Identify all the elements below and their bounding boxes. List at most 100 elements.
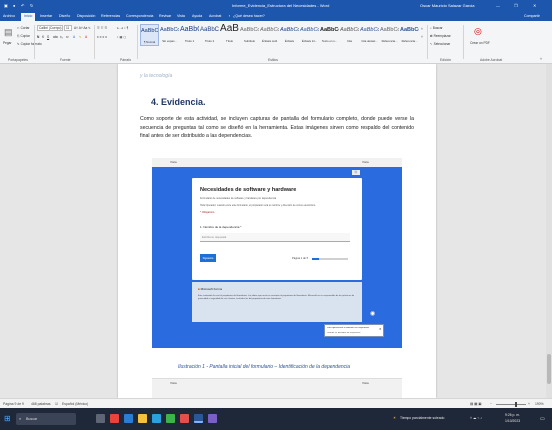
style-subtle-reference[interactable]: AaBbCcDcReferencia... <box>380 24 399 46</box>
zoom-in-icon[interactable]: + <box>528 402 530 406</box>
word-count[interactable]: 468 palabras <box>31 402 51 406</box>
font-size-controls[interactable]: A˄ A˅ Aa ✎ <box>74 26 91 30</box>
collapse-ribbon-icon[interactable]: ˄ <box>540 57 542 61</box>
font-size-select[interactable]: 11 <box>64 25 72 31</box>
text-effects-icon[interactable]: A <box>73 35 75 39</box>
zoom-out-icon[interactable]: − <box>490 402 492 406</box>
clock-date[interactable]: 1/10/2023 <box>505 419 520 423</box>
brush-icon: ✎ <box>17 42 20 46</box>
style-subtitle[interactable]: AaBbCcDSubtítulo <box>240 24 259 46</box>
font-family-select[interactable]: Calibri (Cuerpo) <box>37 25 63 31</box>
clipboard-icon[interactable]: ▤ <box>4 27 13 38</box>
share-button[interactable]: Compartir <box>524 14 540 18</box>
page-count[interactable]: Página 9 de 9 <box>3 402 24 406</box>
weather-status[interactable]: Tiempo parcialmente soleado <box>400 416 444 420</box>
style-strong[interactable]: AaBbCcDcTexto en n... <box>320 24 339 46</box>
menu-referencias[interactable]: Referencias <box>101 14 120 18</box>
menu-archivo[interactable]: Archivo <box>3 14 15 18</box>
view-icons[interactable]: ▤ ▦ ▣ <box>470 402 482 406</box>
vertical-scrollbar[interactable] <box>546 64 552 398</box>
acrobat-taskbar-icon[interactable] <box>180 414 189 423</box>
tell-me-search[interactable]: ¿Qué desea hacer? <box>233 14 265 18</box>
menu-correspondencia[interactable]: Correspondencia <box>126 14 153 18</box>
style-heading-2[interactable]: AaBbCcTítulo 2 <box>200 24 219 46</box>
scrollbar-thumb[interactable] <box>547 354 551 384</box>
notifications-icon[interactable]: ▭ <box>540 416 545 422</box>
style-heading-1[interactable]: AaBbCTítulo 1 <box>180 24 199 46</box>
user-name[interactable]: Oscar Mauricio Salazar Garcia <box>420 3 474 8</box>
style-no-spacing[interactable]: AaBbCcDcSin espac... <box>160 24 179 46</box>
redo-icon[interactable]: ↻ <box>30 3 33 8</box>
style-title[interactable]: AaB Título <box>220 24 239 46</box>
store-icon[interactable] <box>152 414 161 423</box>
format-painter-button[interactable]: ✎ Copiar formato <box>17 42 42 46</box>
undo-icon[interactable]: ↶ <box>21 3 24 8</box>
styles-scroll-up-icon[interactable]: ˄ <box>421 27 423 31</box>
menu-vista[interactable]: Vista <box>177 14 185 18</box>
zoom-slider-thumb[interactable] <box>515 402 517 407</box>
italic-button[interactable]: K <box>42 35 44 39</box>
highlight-icon[interactable]: ✎ <box>79 35 82 39</box>
document-page[interactable]: y la tecnología 4. Evidencia. Como sopor… <box>118 64 436 398</box>
indent-icon[interactable]: ⇤ ⇥ ↕ ¶ <box>117 26 128 30</box>
zoom-level[interactable]: 190% <box>535 402 544 406</box>
ribbon: ▤ Pegar ✂ Cortar ⎘ Copiar ✎ Copiar forma… <box>0 21 552 64</box>
line-spacing-icon[interactable]: ↕ ▦ ▢ <box>117 35 126 39</box>
style-intense-quote[interactable]: AaBbCcDcCita destac... <box>360 24 379 46</box>
system-tray-icons[interactable]: ˄ ☁ ⌁ ♪ <box>470 416 482 420</box>
word-icon[interactable]: ▣ <box>4 3 8 8</box>
style-subtle-emphasis[interactable]: AaBbCcDcÉnfasis sutil <box>260 24 279 46</box>
task-view-icon[interactable] <box>96 414 105 423</box>
copy-button[interactable]: ⎘ Copiar <box>17 34 30 38</box>
font-color-icon[interactable]: A <box>85 35 87 39</box>
chrome-icon[interactable] <box>166 414 175 423</box>
windows-start-icon[interactable]: ⊞ <box>4 414 11 423</box>
menu-disposicion[interactable]: Disposición <box>77 14 95 18</box>
menu-insertar[interactable]: Insertar <box>40 14 52 18</box>
menu-ayuda[interactable]: Ayuda <box>192 14 202 18</box>
underline-button[interactable]: S <box>47 35 49 39</box>
menu-diseno[interactable]: Diseño <box>59 14 70 18</box>
create-pdf-button[interactable]: Crear un PDF <box>469 41 491 45</box>
style-quote[interactable]: AaBbCcDcCita <box>340 24 359 46</box>
search-icon: ⌕ <box>430 26 432 30</box>
align-icons[interactable]: ≡ ≡ ≡ ≡ <box>97 35 107 39</box>
style-intense-emphasis[interactable]: AaBbCcDcÉnfasis int... <box>300 24 319 46</box>
file-explorer-icon[interactable] <box>138 414 147 423</box>
replace-button[interactable]: ⇄ Reemplazar <box>430 34 451 38</box>
form-card: Necesidades de software y hardware Formu… <box>192 178 362 280</box>
minimize-icon[interactable]: — <box>496 3 500 8</box>
word-taskbar-icon[interactable] <box>194 414 203 423</box>
cut-button[interactable]: ✂ Cortar <box>17 26 29 30</box>
menu-acrobat[interactable]: Acrobat <box>209 14 221 18</box>
styles-scroll-down-icon[interactable]: ˅ <box>421 35 423 39</box>
clock-time[interactable]: 9:26 p. m. <box>505 413 520 417</box>
bullet-list-icon[interactable]: ☰ ☷ ☰ <box>97 26 107 30</box>
style-intense-reference[interactable]: AaBbCcDcReferencia... <box>400 24 419 46</box>
find-button[interactable]: ⌕ Buscar <box>430 26 443 30</box>
draft-toast: Para aprovechar al máximo sus respuestas… <box>324 324 384 337</box>
taskbar-search[interactable]: ⌕ Buscar <box>16 413 76 425</box>
bold-button[interactable]: N <box>37 35 39 39</box>
select-button[interactable]: ↖ Seleccionar <box>430 42 450 46</box>
style-emphasis[interactable]: AaBbCcDcÉnfasis <box>280 24 299 46</box>
teams-icon[interactable] <box>208 414 217 423</box>
paste-button[interactable]: Pegar <box>3 41 12 45</box>
restore-icon[interactable]: ❐ <box>514 3 518 8</box>
menu-revisar[interactable]: Revisar <box>159 14 171 18</box>
office-icon[interactable] <box>110 414 119 423</box>
edge-icon[interactable] <box>124 414 133 423</box>
zoom-slider[interactable] <box>496 402 526 407</box>
superscript-button[interactable]: x² <box>66 35 69 39</box>
close-icon[interactable]: ✕ <box>533 3 536 8</box>
autosave-icon[interactable]: ● <box>13 3 15 8</box>
proofing-icon[interactable]: ☑ <box>55 402 58 406</box>
menu-inicio[interactable]: Inicio <box>21 13 36 21</box>
strikethrough-button[interactable]: abc <box>53 35 58 39</box>
search-placeholder: Buscar <box>26 416 38 421</box>
style-normal[interactable]: AaBbCcDc¶ Normal <box>140 24 159 46</box>
language-status[interactable]: Español (México) <box>62 402 88 406</box>
pdf-icon[interactable]: ◎ <box>474 26 482 37</box>
weather-icon[interactable]: ☀ <box>393 416 396 420</box>
subscript-button[interactable]: x₂ <box>60 35 63 39</box>
